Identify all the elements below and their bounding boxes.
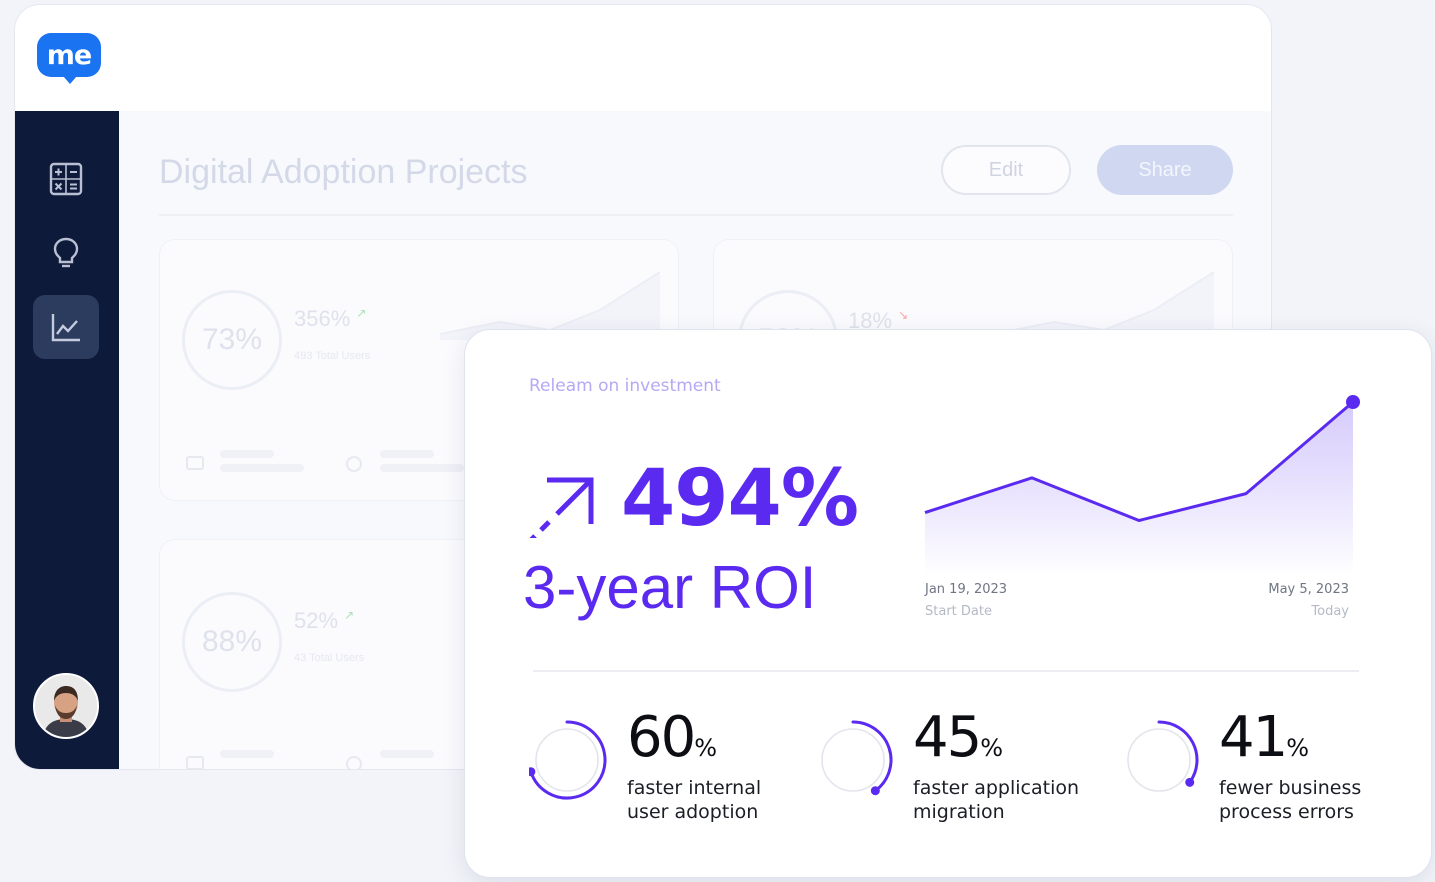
- edit-button[interactable]: Edit: [941, 145, 1071, 195]
- metric-value: 45%: [913, 705, 1004, 770]
- sidebar-item-analytics[interactable]: [33, 295, 99, 359]
- progress-ring: [821, 720, 893, 796]
- calendar-icon: [186, 456, 204, 470]
- calculator-icon: [49, 162, 83, 196]
- settings-icon: [346, 456, 362, 472]
- progress-ring: [1127, 720, 1199, 792]
- sidebar: [15, 111, 119, 769]
- progress-dot: [529, 767, 536, 777]
- progress-arc: [529, 720, 607, 800]
- progress-ring: [529, 720, 607, 800]
- divider: [533, 670, 1359, 672]
- card-stat: 52% ↗: [294, 608, 355, 633]
- line-chart-icon: [51, 314, 80, 342]
- metric-value: 41%: [1219, 705, 1310, 770]
- sidebar-item-ideas[interactable]: [33, 221, 99, 285]
- person-icon: [35, 675, 97, 737]
- roi-card: Releam on investment 494% 3-year ROI Jan…: [464, 329, 1432, 878]
- user-avatar[interactable]: [33, 673, 99, 739]
- roi-chart: [924, 395, 1360, 576]
- chart-endpoint: [1346, 395, 1360, 409]
- progress-arc: [851, 720, 893, 793]
- app-logo[interactable]: me: [37, 33, 101, 84]
- settings-icon: [346, 756, 362, 769]
- progress-arc: [1157, 720, 1199, 784]
- metric-description: faster application migration: [913, 777, 1080, 823]
- chart-start-date: Jan 19, 2023: [925, 582, 1008, 597]
- progress-dot: [870, 786, 880, 796]
- roi-label: Releam on investment: [529, 376, 721, 396]
- trend-up-arrow-icon: [529, 477, 594, 538]
- card-sub: 43 Total Users: [294, 652, 365, 664]
- divider: [159, 214, 1233, 216]
- progress-circle: 88%: [182, 592, 282, 692]
- sidebar-item-calculator[interactable]: [33, 147, 99, 211]
- placeholder-line: [220, 750, 274, 758]
- card-sub: 493 Total Users: [294, 350, 371, 362]
- metric-description: fewer business process errors: [1219, 777, 1362, 823]
- chart-area: [925, 402, 1353, 576]
- lightbulb-icon: [53, 237, 79, 268]
- progress-circle: 73%: [182, 290, 282, 390]
- placeholder-line: [380, 450, 434, 458]
- calendar-icon: [186, 756, 204, 769]
- progress-dot: [1185, 777, 1195, 787]
- roi-subtitle: 3-year ROI: [523, 554, 817, 621]
- card-stat: 356% ↗: [294, 306, 367, 331]
- chart-start-caption: Start Date: [925, 604, 992, 619]
- placeholder-line: [380, 464, 464, 472]
- placeholder-line: [380, 750, 434, 758]
- share-button[interactable]: Share: [1097, 145, 1233, 195]
- metric-value: 60%: [627, 705, 718, 770]
- chart-end-caption: Today: [1311, 604, 1349, 619]
- placeholder-line: [220, 464, 304, 472]
- placeholder-line: [220, 450, 274, 458]
- page-title: Digital Adoption Projects: [159, 153, 528, 191]
- chart-end-date: May 5, 2023: [1268, 582, 1349, 597]
- roi-value: 494%: [621, 454, 859, 544]
- app-topbar: me: [15, 5, 1271, 111]
